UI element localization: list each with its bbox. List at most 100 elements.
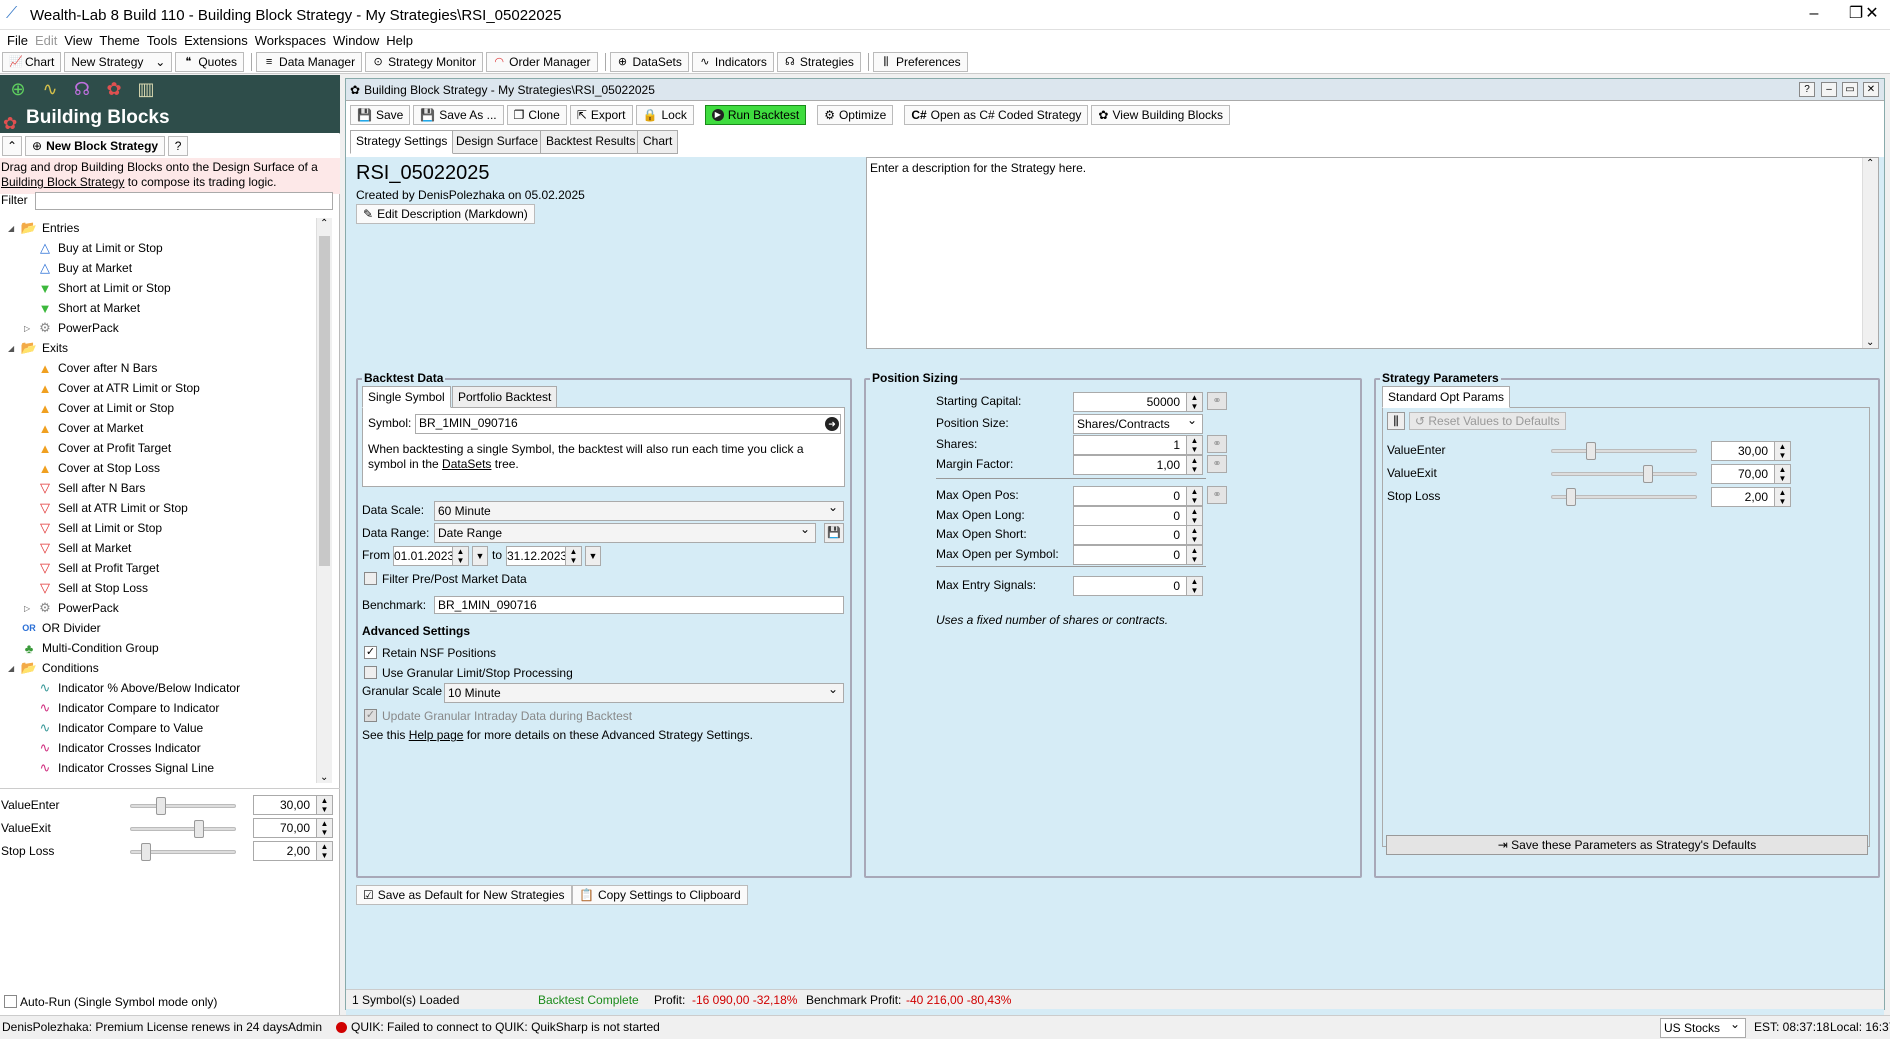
tree-item[interactable]: ▽ Sell at Profit Target	[0, 558, 316, 578]
new-block-strategy-button[interactable]: ⊕ New Block Strategy	[25, 136, 166, 156]
spinner-icon[interactable]: ▲ ▼	[1186, 546, 1202, 564]
sizing-value-input[interactable]: 0 ▲ ▼	[1073, 545, 1203, 565]
scroll-up-icon[interactable]: ⌃	[1866, 158, 1874, 169]
tree-item[interactable]: ▽ Sell at ATR Limit or Stop	[0, 498, 316, 518]
menu-window[interactable]: Window	[333, 30, 379, 51]
sizing-value-input[interactable]: 0 ▲ ▼	[1073, 525, 1203, 545]
tab-backtest-results[interactable]: Backtest Results	[540, 130, 642, 154]
preferences-button[interactable]: ⫼ Preferences	[872, 51, 968, 72]
optimize-link-icon[interactable]: ⚭	[1207, 435, 1227, 453]
building-blocks-icon[interactable]: ✿	[100, 75, 128, 103]
building-block-strategy-link[interactable]: Building Block Strategy	[1, 175, 124, 189]
sizing-value-input[interactable]: 50000 ▲ ▼	[1073, 392, 1203, 412]
tree-item[interactable]: ∿ Indicator Crosses Indicator	[0, 738, 316, 758]
slider-thumb[interactable]	[140, 843, 151, 861]
slider-thumb[interactable]	[155, 797, 166, 815]
tab-single-symbol[interactable]: Single Symbol	[362, 386, 451, 408]
tab-design-surface[interactable]: Design Surface	[450, 130, 545, 154]
strategy-monitor-button[interactable]: ⊙ Strategy Monitor	[365, 51, 484, 72]
tree-item[interactable]: ▲ Cover after N Bars	[0, 358, 316, 378]
param-slider[interactable]	[130, 827, 236, 831]
tree-item[interactable]: △ Buy at Market	[0, 258, 316, 278]
market-select[interactable]: US Stocks	[1660, 1015, 1746, 1038]
granular-scale-select[interactable]: 10 Minute	[444, 680, 844, 703]
datasets-button[interactable]: ⊕ DataSets	[609, 51, 689, 72]
param-value-input[interactable]: 70,00 ▲ ▼	[1711, 464, 1791, 484]
collapse-icon[interactable]: ◢	[8, 224, 20, 233]
menu-workspaces[interactable]: Workspaces	[255, 30, 326, 51]
tree-item[interactable]: ▼ Short at Market	[0, 298, 316, 318]
tree-item[interactable]: ▲ Cover at Limit or Stop	[0, 398, 316, 418]
view-building-blocks-button[interactable]: ✿ View Building Blocks	[1091, 105, 1230, 125]
open-csharp-button[interactable]: C# Open as C# Coded Strategy	[904, 105, 1089, 125]
menu-extensions[interactable]: Extensions	[184, 30, 248, 51]
menu-view[interactable]: View	[64, 30, 92, 51]
save-parameters-defaults-button[interactable]: ⇥ Save these Parameters as Strategy's De…	[1386, 835, 1868, 855]
spinner-icon[interactable]: ▲ ▼	[1186, 526, 1202, 544]
menu-tools[interactable]: Tools	[147, 30, 177, 51]
slider-thumb[interactable]	[1643, 465, 1654, 483]
tree-item[interactable]: ∿ Indicator Compare to Value	[0, 718, 316, 738]
tree-item[interactable]: ♣ Multi-Condition Group	[0, 638, 316, 658]
spinner-icon[interactable]: ▲ ▼	[316, 796, 332, 814]
tree-item[interactable]: ▽ Sell at Limit or Stop	[0, 518, 316, 538]
spinner-icon[interactable]: ▲ ▼	[1186, 436, 1202, 454]
sizing-value-input[interactable]: 0 ▲ ▼	[1073, 486, 1203, 506]
tree-item[interactable]: ∿ Indicator Crosses Signal Line	[0, 758, 316, 778]
copy-settings-button[interactable]: 📋 Copy Settings to Clipboard	[572, 885, 748, 905]
param-value-input[interactable]: 2,00 ▲ ▼	[253, 841, 333, 861]
go-arrow-icon[interactable]: ➜	[825, 417, 839, 431]
tree-item[interactable]: ▽ Sell after N Bars	[0, 478, 316, 498]
param-value-input[interactable]: 30,00 ▲ ▼	[1711, 441, 1791, 461]
close-icon[interactable]: ✕	[1863, 82, 1879, 97]
spinner-icon[interactable]: ▲ ▼	[1774, 465, 1790, 483]
tree-scrollbar[interactable]: ⌃ ⌄	[316, 218, 332, 783]
minimize-icon[interactable]: –	[1800, 3, 1828, 27]
tab-strategy-settings[interactable]: Strategy Settings	[350, 130, 454, 154]
indicators-button[interactable]: ∿ Indicators	[691, 51, 774, 72]
tree-item[interactable]: ▷ ⚙ PowerPack	[0, 598, 316, 618]
param-slider[interactable]	[1551, 472, 1697, 476]
sliders-icon[interactable]: ⫼	[1387, 412, 1405, 430]
menu-help[interactable]: Help	[386, 30, 413, 51]
data-scale-select[interactable]: 60 Minute	[434, 498, 844, 521]
tree-item[interactable]: ◢ 📂 Entries	[0, 218, 316, 238]
quotes-button[interactable]: ❝ Quotes	[175, 51, 245, 72]
sizing-value-input[interactable]: 0 ▲ ▼	[1073, 506, 1203, 526]
export-button[interactable]: ⇱ Export	[569, 105, 633, 125]
optimize-link-icon[interactable]: ⚭	[1207, 486, 1227, 504]
retain-nsf-checkbox[interactable]: ✓	[364, 646, 377, 659]
clone-button[interactable]: ❐ Clone	[506, 105, 567, 125]
scroll-down-icon[interactable]: ⌄	[320, 772, 328, 783]
granular-processing-checkbox[interactable]	[364, 666, 377, 679]
help-page-link[interactable]: Help page	[409, 728, 464, 742]
param-value-input[interactable]: 2,00 ▲ ▼	[1711, 487, 1791, 507]
slider-thumb[interactable]	[194, 820, 205, 838]
tab-portfolio-backtest[interactable]: Portfolio Backtest	[452, 386, 558, 408]
tab-chart[interactable]: Chart	[637, 130, 679, 154]
chart-button[interactable]: 📈 Chart	[2, 51, 62, 72]
menu-edit[interactable]: Edit	[35, 30, 57, 51]
help-icon[interactable]: ?	[1799, 82, 1815, 97]
library-icon[interactable]: ▥	[132, 75, 160, 103]
reset-defaults-button[interactable]: ↺ Reset Values to Defaults	[1409, 412, 1566, 430]
tree-item[interactable]: ▼ Short at Limit or Stop	[0, 278, 316, 298]
sizing-value-input[interactable]: 1 ▲ ▼	[1073, 435, 1203, 455]
sizing-value-input[interactable]: 0 ▲ ▼	[1073, 576, 1203, 596]
data-range-select[interactable]: Date Range	[434, 520, 816, 543]
strategies-button[interactable]: ☊ Strategies	[776, 51, 861, 72]
lock-button[interactable]: 🔒 Lock	[635, 105, 694, 125]
minimize-icon[interactable]: –	[1821, 82, 1837, 97]
tree-item[interactable]: ▲ Cover at Market	[0, 418, 316, 438]
run-backtest-button[interactable]: ▶ Run Backtest	[704, 105, 807, 125]
spinner-icon[interactable]: ▲ ▼	[1186, 456, 1202, 474]
sizing-value-input[interactable]: 1,00 ▲ ▼	[1073, 455, 1203, 475]
tree-item[interactable]: ▽ Sell at Stop Loss	[0, 578, 316, 598]
param-slider[interactable]	[130, 804, 236, 808]
spinner-icon[interactable]: ▲ ▼	[1186, 577, 1202, 595]
tree-item[interactable]: ◢ 📂 Exits	[0, 338, 316, 358]
spinner-icon[interactable]: ▲ ▼	[1774, 442, 1790, 460]
tree-item[interactable]: △ Buy at Limit or Stop	[0, 238, 316, 258]
save-range-icon[interactable]: 💾	[824, 523, 844, 543]
collapse-icon[interactable]: ◢	[8, 344, 20, 353]
